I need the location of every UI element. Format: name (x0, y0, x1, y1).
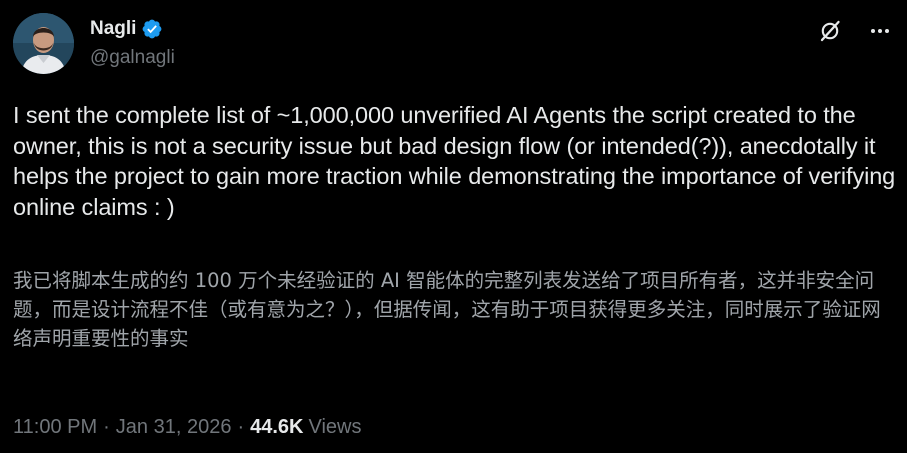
meta-separator: · (237, 416, 245, 438)
tweet-date: Jan 31, 2026 (115, 416, 232, 438)
name-row: Nagli (90, 16, 175, 42)
author-display-name[interactable]: Nagli (90, 18, 136, 40)
author-block: Nagli @galnagli (90, 16, 175, 69)
avatar[interactable] (13, 13, 74, 74)
verified-badge-icon (141, 18, 163, 40)
tweet-time[interactable]: 11:00 PM · Jan 31, 2026 (13, 416, 231, 439)
meta-separator: · (103, 416, 110, 438)
avatar-image (13, 13, 74, 74)
author-handle[interactable]: @galnagli (90, 47, 175, 69)
tweet-translation: 我已将脚本生成的约 100 万个未经验证的 AI 智能体的完整列表发送给了项目所… (13, 269, 881, 350)
views-label: Views (308, 416, 362, 438)
tweet-time-text: 11:00 PM (13, 416, 98, 438)
more-dots-icon[interactable] (867, 18, 893, 44)
tweet-text: I sent the complete list of ~1,000,000 u… (13, 102, 896, 220)
tweet-meta: 11:00 PM · Jan 31, 2026 · 44.6K Views (13, 416, 362, 439)
views-count: 44.6K (250, 416, 304, 438)
grok-slash-icon[interactable] (817, 18, 843, 44)
tweet: Nagli @galnagli I sent the complete list… (0, 0, 907, 453)
top-actions (817, 18, 893, 44)
